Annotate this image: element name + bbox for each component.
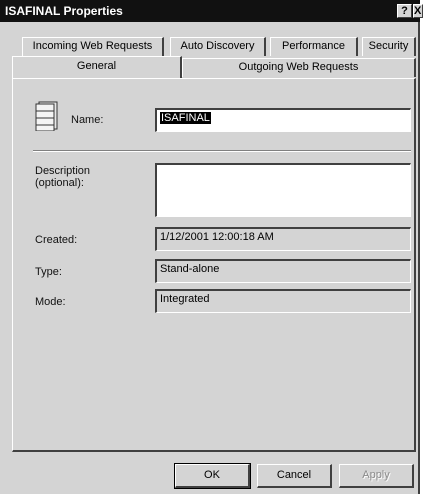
tab-general[interactable]: General	[12, 56, 182, 78]
name-value: ISAFINAL	[160, 112, 211, 124]
cancel-button[interactable]: Cancel	[257, 464, 332, 488]
mode-value: Integrated	[155, 289, 411, 313]
tab-security[interactable]: Security	[362, 37, 416, 56]
close-button[interactable]: X	[413, 4, 423, 18]
window-title: ISAFINAL Properties	[5, 4, 123, 18]
server-icon	[35, 101, 58, 131]
tab-performance[interactable]: Performance	[270, 37, 358, 56]
created-value: 1/12/2001 12:00:18 AM	[155, 227, 411, 251]
name-label: Name:	[71, 114, 104, 126]
apply-button[interactable]: Apply	[339, 464, 414, 488]
type-value: Stand-alone	[155, 259, 411, 283]
help-button[interactable]: ?	[397, 4, 412, 18]
type-label: Type:	[35, 266, 62, 278]
properties-dialog: ISAFINAL Properties ? X Incoming Web Req…	[0, 0, 423, 494]
tab-incoming-web-requests[interactable]: Incoming Web Requests	[22, 37, 164, 56]
created-label: Created:	[35, 234, 78, 246]
tab-auto-discovery[interactable]: Auto Discovery	[170, 37, 266, 56]
description-field[interactable]	[155, 163, 411, 217]
general-tab-panel: Name: ISAFINAL Description (optional): C…	[12, 78, 416, 452]
name-field[interactable]: ISAFINAL	[155, 108, 411, 132]
ok-button[interactable]: OK	[174, 463, 251, 489]
tab-outgoing-web-requests[interactable]: Outgoing Web Requests	[182, 58, 416, 77]
description-label: Description (optional):	[35, 165, 91, 189]
mode-label: Mode:	[35, 296, 66, 308]
title-bar[interactable]: ISAFINAL Properties ? X	[0, 0, 423, 22]
separator	[33, 150, 411, 152]
